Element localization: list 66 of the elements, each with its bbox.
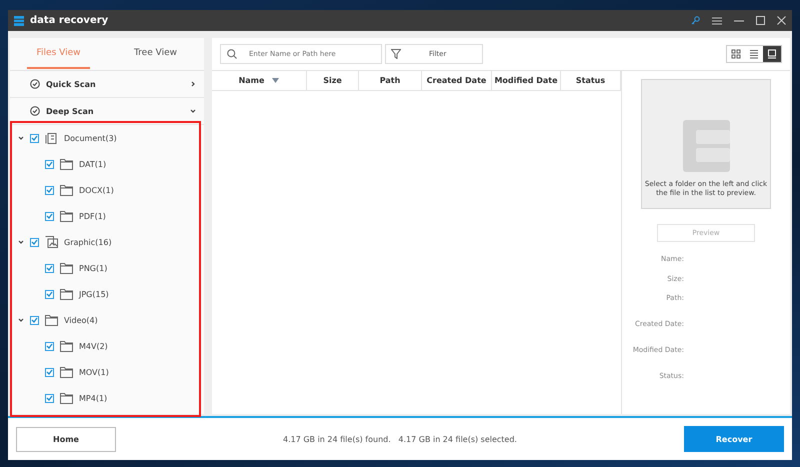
file-type-label[interactable]: MOV(1) (79, 368, 109, 376)
checkbox[interactable] (45, 264, 54, 272)
file-type-label[interactable]: M4V(2) (79, 342, 108, 350)
folder-icon (60, 184, 73, 196)
file-type-label[interactable]: PNG(1) (79, 264, 108, 272)
category-label[interactable]: Document(3) (64, 134, 117, 142)
image-icon (45, 236, 58, 248)
caret-icon[interactable] (18, 317, 24, 323)
caret-icon[interactable] (18, 239, 24, 245)
document-icon (45, 132, 58, 144)
window-title: data recovery (30, 15, 110, 26)
file-type-label[interactable]: MP4(1) (79, 394, 108, 402)
scan-label[interactable]: Quick Scan (46, 80, 184, 88)
column-header[interactable]: Modified Date (492, 71, 561, 90)
checkbox[interactable] (45, 160, 54, 168)
chevron-icon[interactable] (190, 108, 196, 114)
checkbox[interactable] (45, 186, 54, 194)
folder-icon (60, 366, 73, 378)
folder-icon (60, 288, 73, 300)
folder-icon (60, 210, 73, 222)
search-icon (227, 49, 237, 59)
list-icon (749, 49, 759, 59)
file-type-label[interactable]: DOCX(1) (79, 186, 114, 194)
menu-icon[interactable] (712, 16, 722, 24)
sort-caret-icon[interactable] (272, 78, 280, 83)
drive-icon (682, 120, 730, 172)
checkbox[interactable] (30, 316, 39, 324)
column-header[interactable]: Path (359, 71, 422, 90)
check-circle-icon (30, 106, 40, 116)
column-header[interactable]: Status (561, 71, 621, 90)
app-logo-icon (14, 16, 24, 26)
folder-icon (60, 158, 73, 170)
filter-icon (391, 49, 401, 59)
status-text: 4.17 GB in 24 file(s) found. 4.17 GB in 24 file(s) selected. (283, 434, 517, 444)
folder-icon (45, 314, 58, 326)
check-circle-icon (30, 79, 40, 89)
folder-icon (60, 340, 73, 352)
view-tab[interactable]: Tree View (107, 38, 204, 70)
checkbox[interactable] (45, 394, 54, 402)
folder-icon (60, 392, 73, 404)
grid-icon (731, 49, 741, 59)
checkbox[interactable] (30, 134, 39, 142)
checkbox[interactable] (45, 290, 54, 298)
column-header[interactable]: Name (212, 71, 307, 90)
recover-button[interactable]: Recover (684, 426, 784, 452)
category-label[interactable]: Graphic(16) (64, 238, 112, 246)
chevron-icon[interactable] (190, 81, 196, 87)
caret-icon[interactable] (18, 135, 24, 141)
home-button[interactable]: Home (16, 426, 116, 452)
file-type-label[interactable]: PDF(1) (79, 212, 106, 220)
preview-view-button[interactable] (763, 46, 781, 62)
file-type-label[interactable]: JPG(15) (79, 290, 109, 298)
checkbox[interactable] (30, 238, 39, 246)
preview-icon (767, 49, 777, 59)
file-type-label[interactable]: DAT(1) (79, 160, 106, 168)
category-label[interactable]: Video(4) (64, 316, 98, 324)
column-header[interactable]: Created Date (422, 71, 492, 90)
key-icon[interactable] (691, 16, 700, 25)
column-header[interactable]: Size (307, 71, 359, 90)
folder-icon (60, 262, 73, 274)
checkbox[interactable] (45, 212, 54, 220)
maximize-icon[interactable] (756, 16, 765, 25)
scan-label[interactable]: Deep Scan (46, 106, 184, 116)
checkbox[interactable] (45, 342, 54, 350)
checkbox[interactable] (45, 368, 54, 376)
close-icon[interactable] (777, 16, 786, 25)
